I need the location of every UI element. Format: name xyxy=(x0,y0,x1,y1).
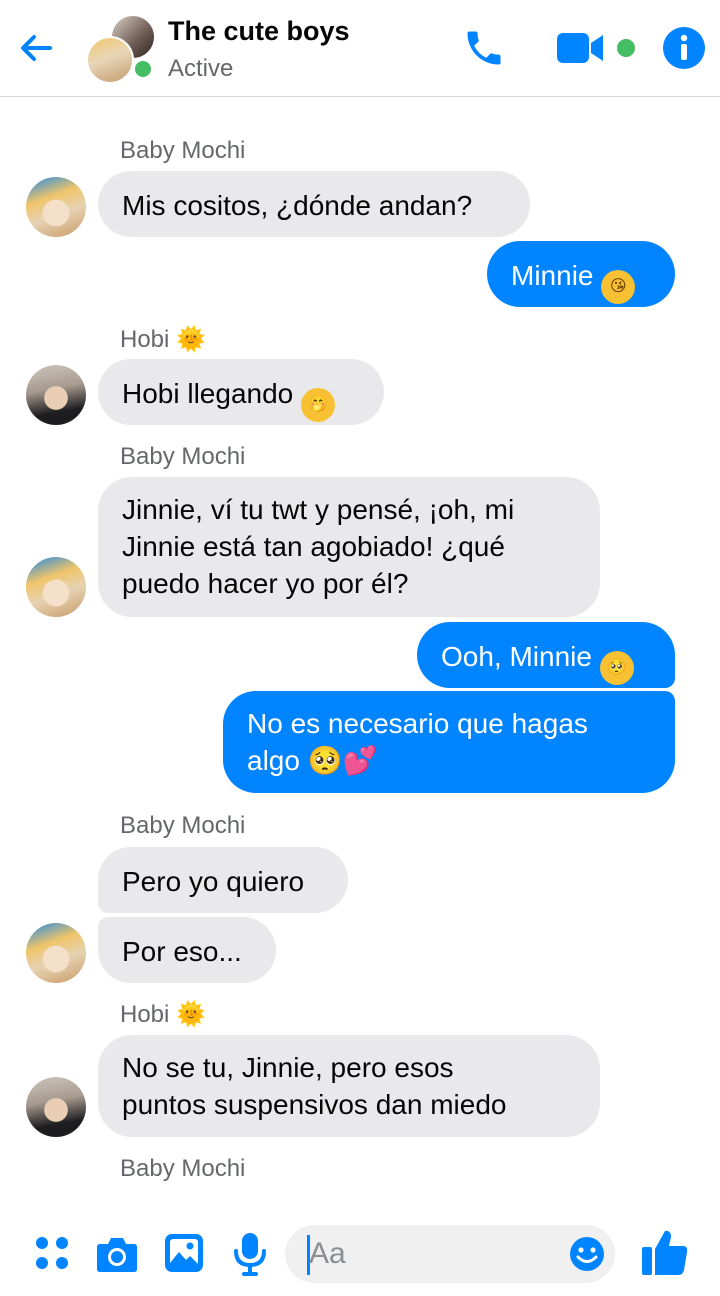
active-status: Active xyxy=(168,55,234,82)
four-dots-icon[interactable] xyxy=(34,1235,70,1271)
image-icon[interactable] xyxy=(164,1233,204,1273)
pleading-face-emoji: 🥺 xyxy=(599,651,634,685)
message-list[interactable]: Baby Mochi Mis cositos, ¿dónde andan? Mi… xyxy=(0,97,720,1207)
message-input-placeholder: Aa xyxy=(309,1237,346,1270)
avatar[interactable] xyxy=(26,923,86,983)
message-composer: Aa xyxy=(0,1207,720,1296)
sender-name: Baby Mochi xyxy=(120,137,246,164)
message-bubble-incoming[interactable]: Mis cositos, ¿dónde andan? xyxy=(98,171,530,237)
microphone-icon[interactable] xyxy=(232,1231,268,1277)
phone-icon[interactable] xyxy=(462,26,506,70)
avatar[interactable] xyxy=(26,365,86,425)
pleading-heart-emoji: 🥺💕 xyxy=(307,745,378,776)
conversation-title[interactable]: The cute boys xyxy=(168,16,350,47)
avatar[interactable] xyxy=(26,557,86,617)
thumbs-up-icon[interactable] xyxy=(640,1227,690,1277)
message-bubble-outgoing[interactable]: No es necesario que hagas algo 🥺💕 xyxy=(223,691,675,793)
sender-name: Hobi 🌞 xyxy=(120,326,206,353)
kissing-face-emoji: 😘 xyxy=(601,270,636,304)
back-arrow-icon[interactable] xyxy=(16,28,56,68)
message-bubble-incoming[interactable]: Pero yo quiero xyxy=(98,847,348,913)
sender-name: Hobi 🌞 xyxy=(120,1001,206,1028)
sender-name: Baby Mochi xyxy=(120,443,246,470)
group-avatar-member xyxy=(86,36,134,84)
message-bubble-outgoing[interactable]: Minnie 😘 xyxy=(487,241,675,307)
info-icon[interactable] xyxy=(662,26,706,70)
online-status-dot xyxy=(132,58,154,80)
message-bubble-incoming[interactable]: Jinnie, ví tu twt y pensé, ¡oh, mi Jinni… xyxy=(98,477,600,617)
message-input[interactable]: Aa xyxy=(285,1225,615,1283)
avatar[interactable] xyxy=(26,177,86,237)
message-bubble-incoming[interactable]: No se tu, Jinnie, pero esos puntos suspe… xyxy=(98,1035,600,1137)
message-bubble-incoming[interactable]: Hobi llegando 🤭 xyxy=(98,359,384,425)
hand-over-mouth-emoji: 🤭 xyxy=(301,388,336,422)
conversation-header: The cute boys Active xyxy=(0,0,720,97)
sender-name: Baby Mochi xyxy=(120,812,246,839)
message-bubble-outgoing[interactable]: Ooh, Minnie 🥺 xyxy=(417,622,675,688)
message-bubble-incoming[interactable]: Por eso... xyxy=(98,917,276,983)
group-avatar[interactable] xyxy=(86,14,158,86)
video-active-dot xyxy=(617,39,635,57)
avatar[interactable] xyxy=(26,1077,86,1137)
sender-name: Baby Mochi xyxy=(120,1155,246,1182)
camera-icon[interactable] xyxy=(96,1235,138,1273)
video-camera-icon[interactable] xyxy=(556,30,606,66)
smiley-icon[interactable] xyxy=(569,1236,605,1272)
